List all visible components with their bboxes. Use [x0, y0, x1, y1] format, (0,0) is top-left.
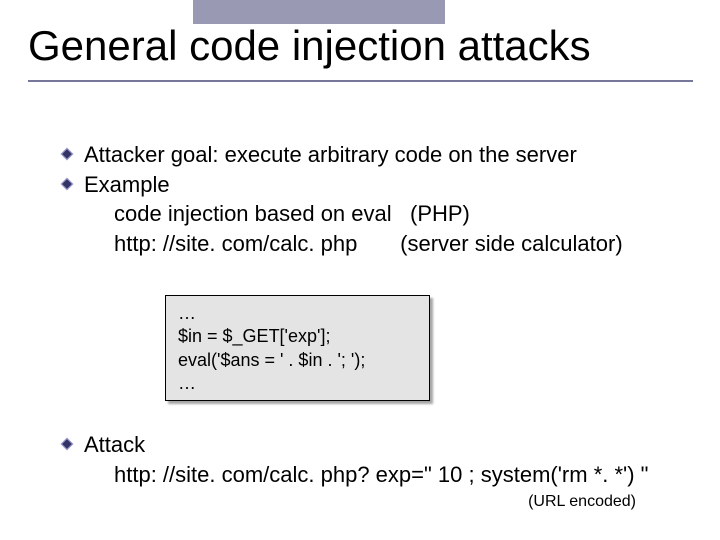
- url-encoded-note: (URL encoded): [60, 493, 636, 511]
- attack-url: http: //site. com/calc. php? exp=" 10 ; …: [114, 460, 690, 490]
- code-box: … $in = $_GET['exp']; eval('$ans = ' . $…: [165, 295, 430, 401]
- diamond-icon: [60, 147, 74, 161]
- header-accent-bar: [193, 0, 445, 24]
- code-line-1: …: [178, 302, 417, 325]
- bullet-goal: Attacker goal: execute arbitrary code on…: [60, 140, 690, 170]
- bullet-example-text: Example: [84, 170, 170, 200]
- example-line-2a: http: //site. com/calc. php: [114, 231, 357, 256]
- example-line-1a: code injection based on: [114, 201, 351, 226]
- content-area: Attacker goal: execute arbitrary code on…: [60, 140, 690, 259]
- code-line-2: $in = $_GET['exp'];: [178, 325, 417, 348]
- slide-title: General code injection attacks: [28, 22, 591, 70]
- bullet-example: Example: [60, 170, 690, 200]
- example-line-1: code injection based on eval (PHP): [114, 199, 690, 229]
- diamond-icon: [60, 437, 74, 451]
- bullet-attack: Attack: [60, 430, 690, 460]
- bullet-attack-text: Attack: [84, 430, 145, 460]
- example-line-2: http: //site. com/calc. php (server side…: [114, 229, 690, 259]
- code-line-4: …: [178, 372, 417, 395]
- attack-url-text: http: //site. com/calc. php? exp=" 10 ; …: [114, 462, 649, 487]
- example-line-2b: (server side calculator): [357, 231, 622, 256]
- example-line-1b: (PHP): [392, 201, 470, 226]
- example-eval: eval: [351, 201, 391, 226]
- diamond-icon: [60, 177, 74, 191]
- title-underline: [28, 80, 693, 82]
- bullet-goal-text: Attacker goal: execute arbitrary code on…: [84, 140, 577, 170]
- code-line-3: eval('$ans = ' . $in . '; ');: [178, 349, 417, 372]
- attack-block: Attack http: //site. com/calc. php? exp=…: [60, 430, 690, 511]
